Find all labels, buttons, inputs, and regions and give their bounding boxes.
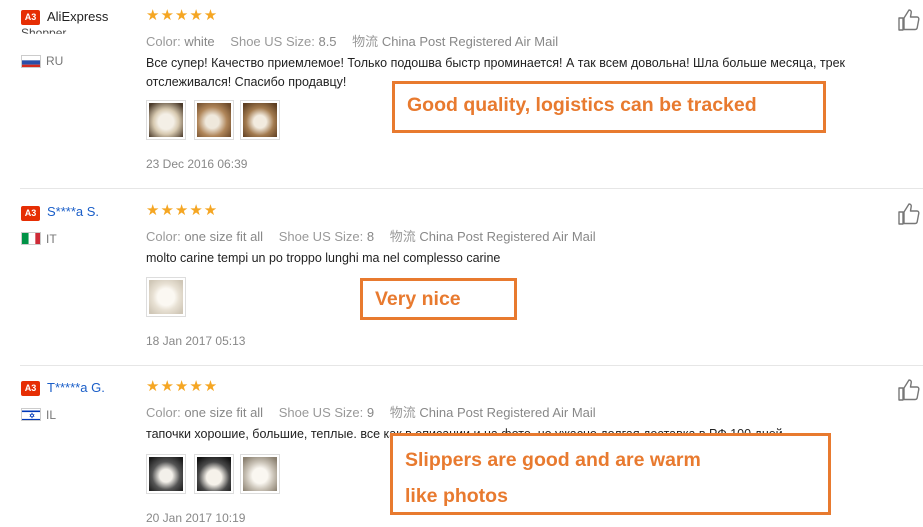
star-rating: ★★★★★ xyxy=(146,378,219,395)
review-item: A3 S****a S. IT ★★★★★ Color: one size fi… xyxy=(0,189,923,365)
buyer-country: RU xyxy=(46,54,64,68)
buyer-country: IT xyxy=(46,232,57,246)
buyer-subtitle: Shopper xyxy=(21,26,67,40)
color-value: one size fit all xyxy=(184,405,264,420)
review-photo[interactable] xyxy=(194,100,234,140)
color-key: Color: xyxy=(146,229,181,244)
size-value: 8.5 xyxy=(318,34,337,49)
review-date: 20 Jan 2017 10:19 xyxy=(146,511,246,525)
shipping-value: China Post Registered Air Mail xyxy=(419,405,596,420)
review-text: molto carine tempi un po troppo lunghi m… xyxy=(146,251,501,265)
size-value: 9 xyxy=(366,405,375,420)
review-photo[interactable] xyxy=(240,100,280,140)
size-key: Shoe US Size: xyxy=(230,34,315,49)
buyer-name[interactable]: T*****a G. xyxy=(47,380,105,395)
star-rating: ★★★★★ xyxy=(146,202,219,219)
thumbs-up-icon[interactable] xyxy=(897,202,921,226)
thumbs-up-icon[interactable] xyxy=(897,8,921,32)
israel-flag-icon xyxy=(21,408,41,421)
thumbs-up-icon[interactable] xyxy=(897,378,921,402)
buyer-name[interactable]: AliExpress xyxy=(47,9,108,24)
review-photo[interactable] xyxy=(146,277,186,317)
annotation-line: like photos xyxy=(405,485,508,507)
color-value: one size fit all xyxy=(184,229,264,244)
buyer-level-badge: A3 xyxy=(21,381,40,396)
order-details: Color: white Shoe US Size: 8.5 物流 China … xyxy=(146,31,570,50)
buyer-name[interactable]: S****a S. xyxy=(47,204,99,219)
review-date: 18 Jan 2017 05:13 xyxy=(146,334,246,348)
review-photo[interactable] xyxy=(146,454,186,494)
color-value: white xyxy=(184,34,215,49)
annotation-callout: Very nice xyxy=(360,278,517,320)
shipping-value: China Post Registered Air Mail xyxy=(419,229,596,244)
review-photo[interactable] xyxy=(240,454,280,494)
buyer-country: IL xyxy=(46,408,57,422)
review-date: 23 Dec 2016 06:39 xyxy=(146,157,248,171)
shipping-key: 物流 xyxy=(389,405,416,420)
order-details: Color: one size fit all Shoe US Size: 9 … xyxy=(146,402,608,421)
shipping-key: 物流 xyxy=(389,229,416,244)
color-key: Color: xyxy=(146,405,181,420)
review-photo[interactable] xyxy=(194,454,234,494)
size-key: Shoe US Size: xyxy=(278,229,364,244)
buyer-level-badge: A3 xyxy=(21,206,40,221)
buyer-level-badge: A3 xyxy=(21,10,40,25)
italy-flag-icon xyxy=(21,232,41,245)
shipping-key: 物流 xyxy=(352,34,379,49)
color-key: Color: xyxy=(146,34,181,49)
star-rating: ★★★★★ xyxy=(146,7,219,24)
size-key: Shoe US Size: xyxy=(278,405,364,420)
annotation-callout: Slippers are good and are warm like phot… xyxy=(390,433,831,515)
size-value: 8 xyxy=(366,229,375,244)
annotation-callout: Good quality, logistics can be tracked xyxy=(392,81,826,133)
review-photo[interactable] xyxy=(146,100,186,140)
russia-flag-icon xyxy=(21,55,41,68)
annotation-line: Slippers are good and are warm xyxy=(405,449,701,471)
shipping-value: China Post Registered Air Mail xyxy=(381,34,559,49)
order-details: Color: one size fit all Shoe US Size: 8 … xyxy=(146,226,608,245)
